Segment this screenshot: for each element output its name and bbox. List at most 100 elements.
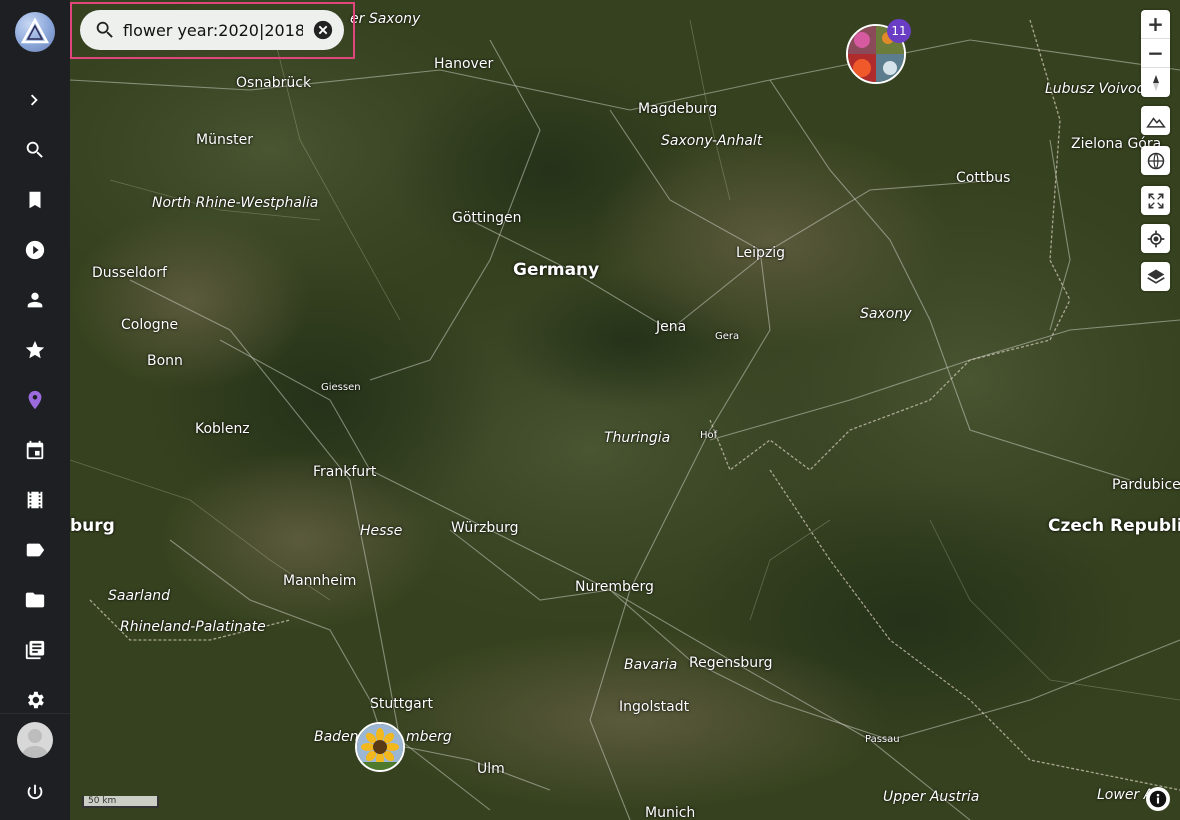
- user-silhouette-icon: [21, 729, 49, 758]
- sunflower-thumbnail: [357, 724, 403, 770]
- globe-control: [1141, 146, 1170, 175]
- layers-control: [1141, 262, 1170, 291]
- zoom-out-label: −: [1147, 41, 1164, 65]
- fullscreen-control: [1141, 186, 1170, 215]
- map-label-lower-saxony: er Saxony: [350, 11, 421, 27]
- map-terrain: [70, 0, 1180, 820]
- sidebar-item-people[interactable]: [0, 280, 70, 320]
- map-label-saxony-anhalt: Saxony-Anhalt: [661, 133, 763, 149]
- person-icon: [27, 292, 43, 308]
- star-icon: [25, 340, 45, 359]
- map-label-gottingen: Göttingen: [452, 210, 522, 226]
- library-icon: [25, 640, 45, 660]
- mountain-icon: [1145, 116, 1166, 128]
- zoom-out-button[interactable]: −: [1141, 39, 1170, 68]
- gear-icon: [28, 691, 44, 709]
- chevron-right-icon: [30, 94, 38, 106]
- attribution-button[interactable]: [1146, 787, 1170, 811]
- map-label-dusseldorf: Dusseldorf: [92, 265, 167, 281]
- map-label-hanover: Hanover: [434, 56, 494, 72]
- map-label-munich: Munich: [645, 805, 696, 820]
- fullscreen-button[interactable]: [1141, 186, 1170, 215]
- map-label-pardubice: Pardubice: [1112, 477, 1180, 493]
- search-box: [80, 10, 344, 50]
- map-pin-icon: [28, 390, 42, 410]
- search-icon: [96, 21, 113, 38]
- crosshair-icon: [1147, 230, 1164, 247]
- map-label-cologne: Cologne: [121, 317, 179, 333]
- zoom-in-button[interactable]: +: [1141, 10, 1170, 39]
- map-label-leipzig: Leipzig: [736, 245, 786, 261]
- sidebar-item-search[interactable]: [0, 130, 70, 170]
- bookmark-icon: [29, 191, 41, 209]
- sidebar-item-calendar[interactable]: [0, 430, 70, 470]
- app-root: er Saxony Hanover Osnabrück Magdeburg Sa…: [0, 0, 1180, 820]
- cluster-count-badge: 11: [887, 19, 911, 43]
- map-label-giessen: Giessen: [321, 382, 361, 393]
- search-input[interactable]: [123, 20, 303, 40]
- compass-button[interactable]: [1141, 68, 1170, 97]
- film-icon: [27, 491, 43, 509]
- label-icon: [26, 543, 45, 557]
- map-label-wurttemberg: mberg: [406, 729, 452, 745]
- map-label-frankfurt: Frankfurt: [313, 464, 377, 480]
- sidebar-item-places[interactable]: [0, 380, 70, 420]
- sidebar-item-library[interactable]: [0, 630, 70, 670]
- geolocate-control: [1141, 224, 1170, 253]
- terrain-button[interactable]: [1141, 106, 1170, 135]
- search-icon: [26, 141, 43, 158]
- sidebar: [0, 0, 70, 820]
- map-label-jena: Jena: [656, 319, 687, 335]
- sidebar-item-settings[interactable]: [0, 680, 70, 720]
- map-label-mannheim: Mannheim: [283, 573, 357, 589]
- power-icon: [27, 784, 43, 800]
- map-label-lubusz: Lubusz Voivode: [1045, 81, 1155, 97]
- clear-search-icon[interactable]: [312, 19, 334, 41]
- sidebar-item-videos[interactable]: [0, 230, 70, 270]
- sidebar-item-logout[interactable]: [0, 773, 70, 813]
- map-label-rhineland-palatinate: Rhineland-Palatinate: [120, 619, 266, 635]
- compass-icon: [1152, 74, 1159, 91]
- avatar[interactable]: [17, 722, 53, 758]
- map-label-saxony: Saxony: [860, 306, 912, 322]
- map-label-hof: Hof: [700, 430, 718, 441]
- map-label-germany: Germany: [513, 260, 600, 280]
- map-label-koblenz: Koblenz: [195, 421, 250, 437]
- map-label-ingolstadt: Ingolstadt: [619, 699, 690, 715]
- sidebar-item-moments[interactable]: [0, 480, 70, 520]
- sidebar-item-favorites[interactable]: [0, 330, 70, 370]
- folder-icon: [25, 592, 45, 608]
- map-label-regensburg: Regensburg: [689, 655, 773, 671]
- map-label-ulm: Ulm: [477, 761, 505, 777]
- calendar-icon: [26, 440, 44, 460]
- layers-button[interactable]: [1141, 262, 1170, 291]
- zoom-controls: + −: [1141, 10, 1170, 97]
- app-logo[interactable]: [15, 12, 55, 52]
- satellite-map[interactable]: er Saxony Hanover Osnabrück Magdeburg Sa…: [70, 0, 1180, 820]
- map-label-osnabruck: Osnabrück: [236, 75, 312, 91]
- map-label-passau: Passau: [865, 734, 900, 745]
- map-label-saarland: Saarland: [108, 588, 171, 604]
- sidebar-divider: [0, 713, 70, 714]
- photo-marker-sunflower[interactable]: [355, 722, 405, 772]
- map-label-baden: Baden: [314, 729, 359, 745]
- zoom-in-label: +: [1147, 12, 1164, 36]
- sidebar-item-expand[interactable]: [0, 80, 70, 120]
- fullscreen-icon: [1148, 193, 1163, 208]
- map-label-upper-austria: Upper Austria: [883, 789, 980, 805]
- sidebar-item-folders[interactable]: [0, 580, 70, 620]
- globe-button[interactable]: [1141, 146, 1170, 175]
- geolocate-button[interactable]: [1141, 224, 1170, 253]
- sidebar-item-labels[interactable]: [0, 530, 70, 570]
- sidebar-item-bookmarks[interactable]: [0, 180, 70, 220]
- map-label-bavaria: Bavaria: [624, 657, 678, 673]
- map-label-bonn: Bonn: [147, 353, 183, 369]
- map-label-thuringia: Thuringia: [604, 430, 671, 446]
- map-label-wurzburg: Würzburg: [451, 520, 519, 536]
- terrain-control: [1141, 106, 1170, 135]
- map-label-nrw: North Rhine-Westphalia: [152, 195, 319, 211]
- map-scale: 50 km: [82, 796, 159, 808]
- layers-icon: [1146, 269, 1165, 284]
- map-label-cottbus: Cottbus: [956, 170, 1011, 186]
- map-label-burg: burg: [70, 516, 115, 536]
